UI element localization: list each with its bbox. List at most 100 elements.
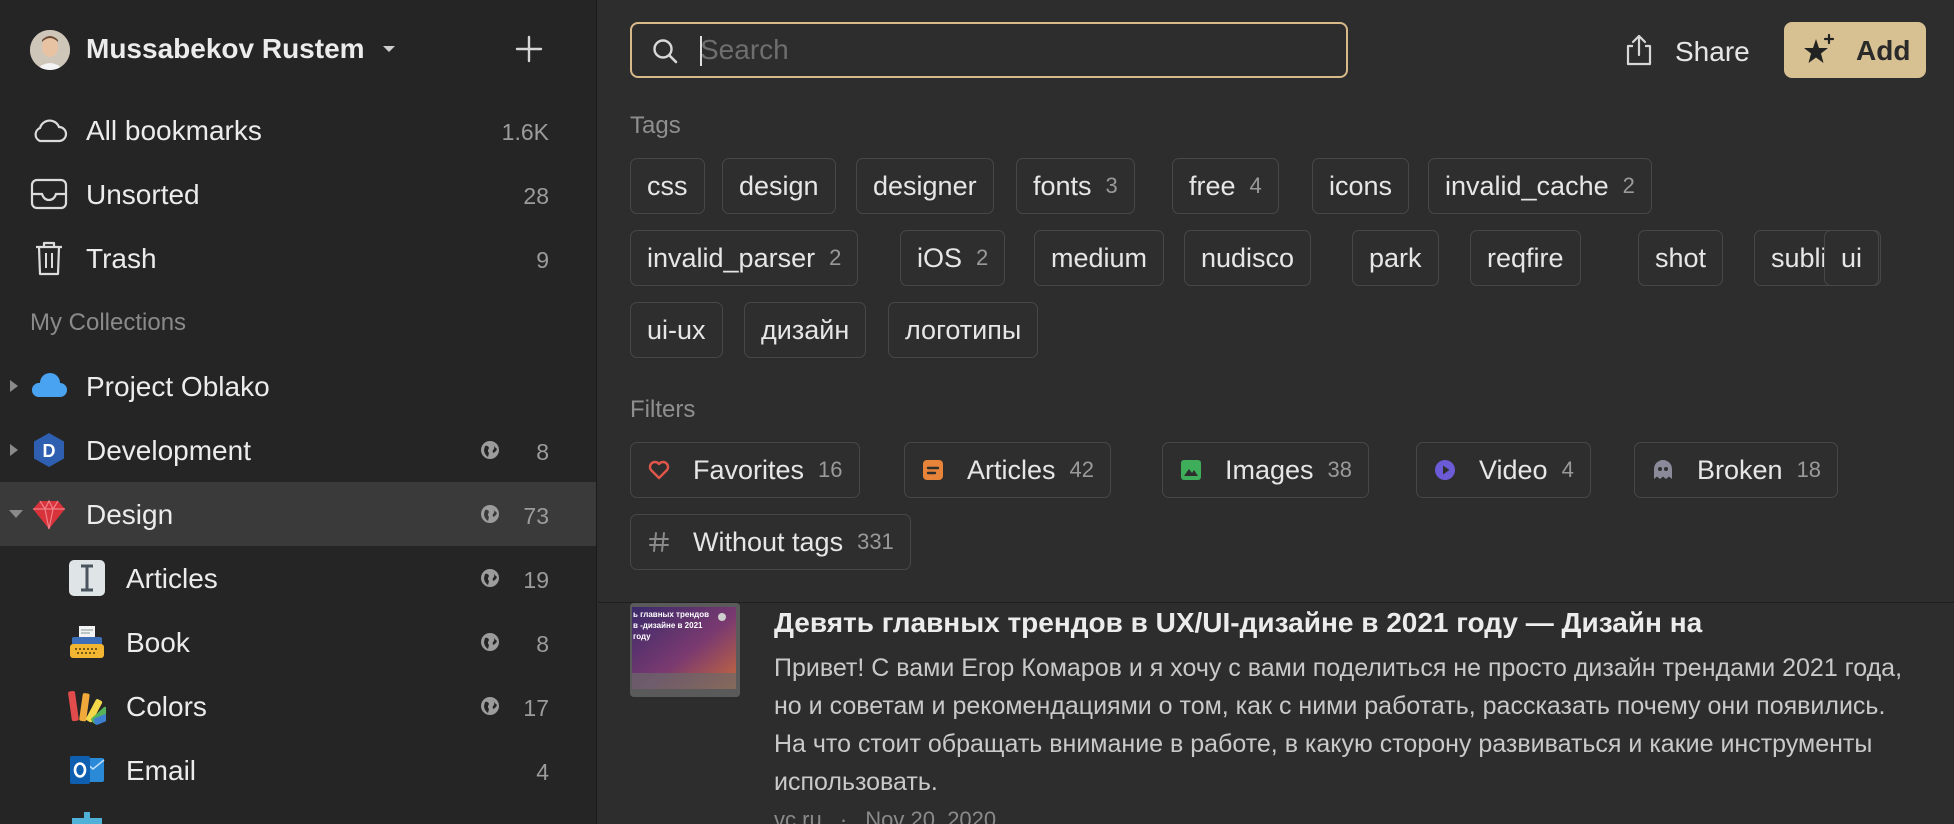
hash-icon [649, 532, 669, 552]
filter-name: Images [1225, 454, 1314, 485]
collection-label: Project Oblako [86, 371, 270, 402]
tag-chip[interactable]: css [630, 158, 705, 214]
tag-name: invalid_parser [647, 242, 816, 273]
tag-name: reqfire [1487, 242, 1564, 273]
image-icon [1181, 460, 1201, 480]
filter-count: 331 [857, 529, 894, 554]
subcollection-label: Book [126, 627, 190, 658]
filter-name: Articles [967, 454, 1056, 485]
d-hexagon-icon: D [34, 433, 64, 467]
nav-trash[interactable]: Trash 9 [0, 226, 596, 290]
filter-video[interactable]: Video 4 [1416, 442, 1591, 498]
tag-chip[interactable]: medium [1034, 230, 1165, 286]
tag-name: дизайн [761, 314, 850, 345]
filter-articles[interactable]: Articles 42 [904, 442, 1111, 498]
trash-icon [36, 241, 62, 276]
tag-chip[interactable]: дизайн [744, 302, 867, 358]
subcollection-articles[interactable]: Articles 19 [0, 546, 596, 610]
collection-count: 73 [523, 503, 549, 529]
tags-section-title: Tags [630, 112, 681, 139]
tag-chip[interactable]: nudisco [1184, 230, 1312, 286]
tag-count: 4 [1249, 173, 1262, 198]
bookmark-title[interactable]: Девять главных трендов в UX/UI-дизайне в… [774, 607, 1702, 639]
bookmark-domain[interactable]: vc.ru [774, 807, 822, 824]
tag-name: логотипы [905, 314, 1022, 345]
tag-chip[interactable]: invalid_cache 2 [1428, 158, 1652, 214]
collection-project-oblako[interactable]: Project Oblako [0, 354, 596, 418]
filter-images[interactable]: Images 38 [1162, 442, 1370, 498]
collection-design[interactable]: Design 73 [0, 482, 596, 546]
share-icon [1626, 34, 1652, 66]
heart-icon [648, 460, 670, 480]
globe-icon [481, 569, 499, 587]
nav-all-bookmarks[interactable]: All bookmarks 1.6K [0, 98, 596, 162]
filter-count: 42 [1069, 457, 1094, 482]
svg-text:D: D [43, 441, 56, 461]
filter-name: Favorites [693, 454, 805, 485]
collection-count: 8 [536, 439, 549, 465]
add-collection-plus-icon[interactable] [514, 34, 544, 64]
tag-chip[interactable]: ui [1824, 230, 1880, 286]
meta-separator: · [839, 807, 848, 824]
tag-chip[interactable]: free 4 [1172, 158, 1279, 214]
tag-chip[interactable]: shot [1638, 230, 1724, 286]
outlook-icon [70, 756, 105, 784]
collapse-arrow-icon[interactable] [8, 508, 24, 520]
globe-icon [481, 697, 499, 715]
tag-chip[interactable]: iOS 2 [900, 230, 1006, 286]
expand-arrow-icon[interactable] [8, 378, 20, 394]
tag-chip[interactable]: design [722, 158, 836, 214]
search-input[interactable] [700, 32, 1320, 68]
tag-name: shot [1655, 242, 1707, 273]
bookmark-thumbnail[interactable]: ь главных трендов в -дизайне в 2021 году [630, 603, 740, 697]
tag-chip[interactable]: ui-ux [630, 302, 723, 358]
filter-count: 18 [1796, 457, 1822, 482]
filters-section-title: Filters [630, 396, 696, 423]
palette-icon [68, 690, 106, 725]
tag-chip[interactable]: fonts 3 [1016, 158, 1135, 214]
nav-count: 28 [523, 183, 549, 209]
play-icon [1435, 460, 1455, 480]
subcollection-count: 17 [523, 695, 549, 721]
filter-broken[interactable]: Broken 18 [1634, 442, 1839, 498]
tag-name: nudisco [1201, 242, 1295, 273]
tag-chip[interactable]: reqfire [1470, 230, 1581, 286]
tag-name: free [1189, 170, 1236, 201]
search-box[interactable] [630, 22, 1348, 78]
tag-chip[interactable]: логотипы [888, 302, 1039, 358]
tag-chip[interactable]: icons [1312, 158, 1410, 214]
subcollection-email[interactable]: Email 4 [0, 738, 596, 802]
add-button[interactable]: Add [1784, 22, 1926, 78]
tag-chip[interactable]: park [1352, 230, 1439, 286]
share-button[interactable]: Share [1624, 24, 1764, 76]
tag-name: park [1369, 242, 1422, 273]
tag-chip[interactable]: designer [856, 158, 994, 214]
tag-chip[interactable]: invalid_parser 2 [630, 230, 859, 286]
filter-favorites[interactable]: Favorites 16 [630, 442, 860, 498]
collection-development[interactable]: D Development 8 [0, 418, 596, 482]
tag-name: iOS [917, 242, 963, 273]
subcollection-book[interactable]: Book 8 [0, 610, 596, 674]
cloud-icon [34, 119, 68, 143]
ghost-icon [1654, 460, 1672, 479]
subcollection-count: 19 [523, 567, 549, 593]
filter-name: Without tags [693, 526, 844, 557]
nav-unsorted[interactable]: Unsorted 28 [0, 162, 596, 226]
partial-collection-icon [72, 812, 102, 824]
subcollection-colors[interactable]: Colors 17 [0, 674, 596, 738]
filter-without-tags[interactable]: Without tags 331 [630, 514, 911, 570]
filter-name: Broken [1697, 454, 1783, 485]
tag-name: medium [1051, 242, 1148, 273]
tag-name: designer [873, 170, 977, 201]
nav-count: 1.6K [501, 119, 549, 145]
nav-count: 9 [536, 247, 549, 273]
expand-arrow-icon[interactable] [8, 442, 20, 458]
user-menu[interactable]: Mussabekov Rustem [0, 0, 596, 100]
avatar [30, 30, 70, 70]
bookmark-item[interactable]: ь главных трендов в -дизайне в 2021 году… [598, 603, 1954, 824]
tag-count: 2 [976, 245, 989, 270]
nav-label: Trash [86, 243, 157, 274]
subcollection-label: Colors [126, 691, 207, 722]
nav-label: Unsorted [86, 179, 200, 210]
text-cursor [700, 36, 702, 66]
